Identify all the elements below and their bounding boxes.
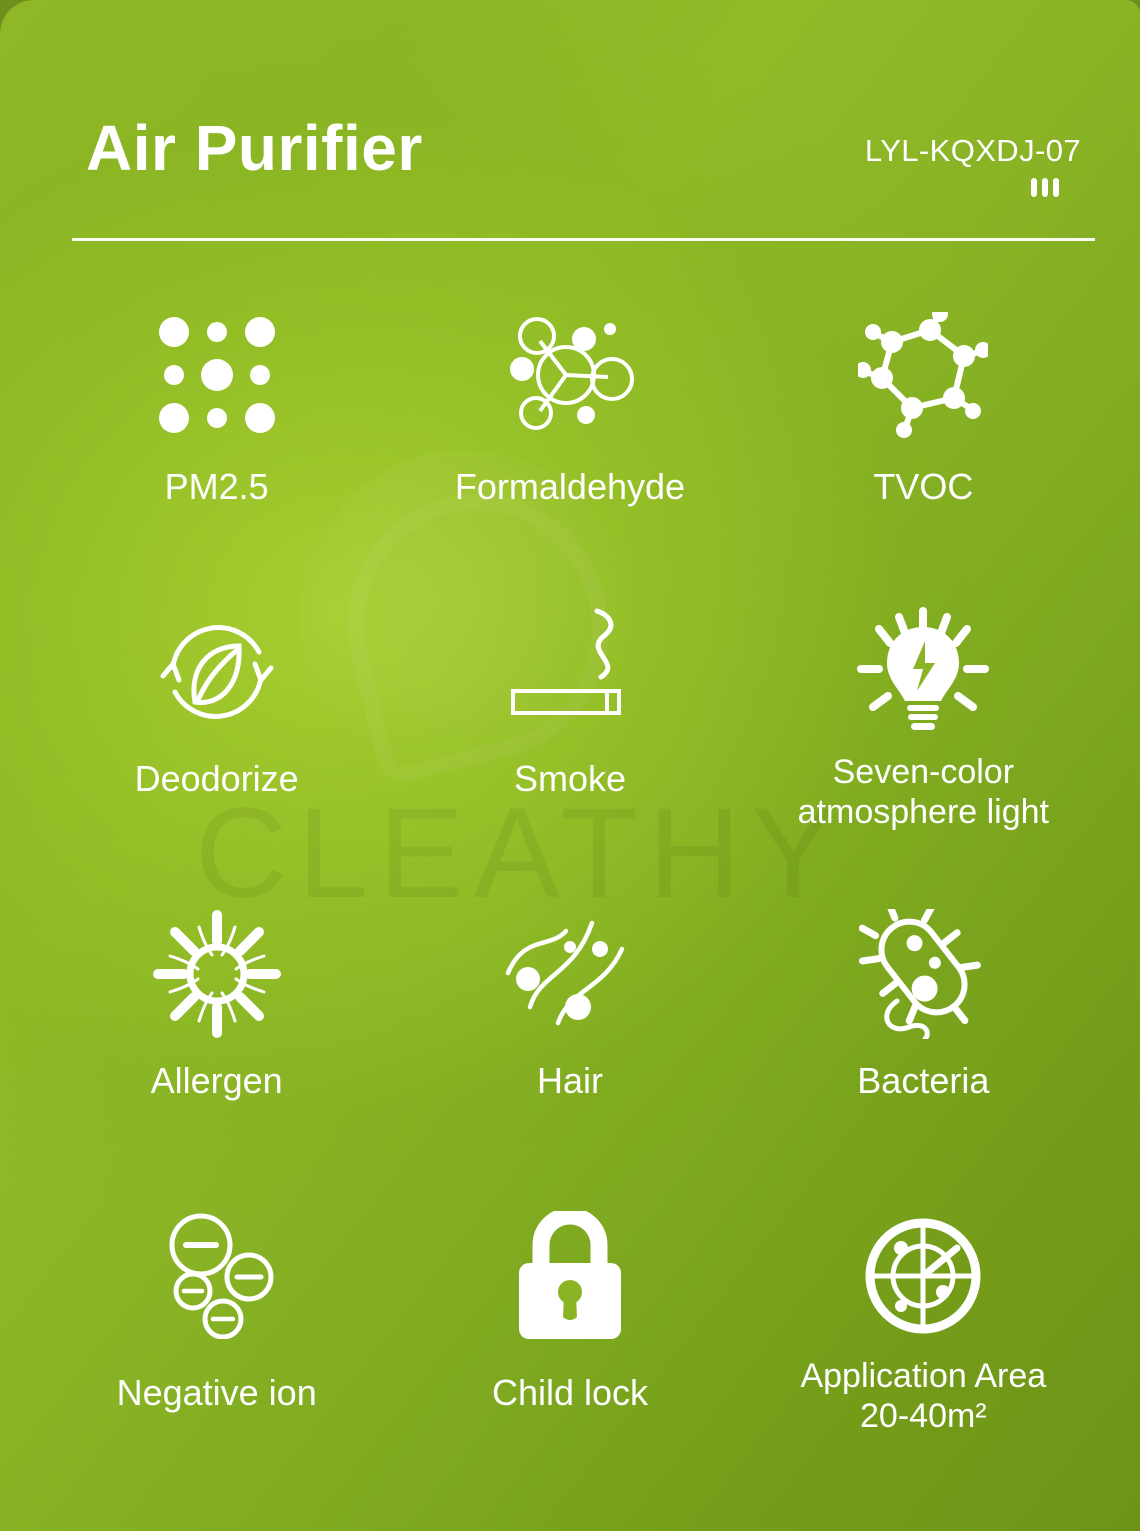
page-title: Air Purifier: [86, 112, 423, 184]
feature-item-smoke: Smoke: [393, 602, 746, 904]
feature-item-child-lock: Child lock: [393, 1206, 746, 1508]
feature-item-pm25: PM2.5: [40, 300, 393, 602]
cigarette-smoke-icon: [505, 602, 635, 742]
dot-grid-icon: [158, 300, 276, 450]
leaf-recycle-icon: [151, 602, 283, 742]
feature-label: PM2.5: [164, 466, 269, 507]
feature-label: Deodorize: [134, 758, 299, 799]
feature-item-deodorize: Deodorize: [40, 602, 393, 904]
feature-label: Negative ion: [116, 1372, 317, 1413]
feature-label: Smoke: [513, 758, 627, 799]
feature-item-bacteria: Bacteria: [747, 904, 1100, 1206]
radar-target-icon: [861, 1206, 985, 1346]
feature-item-tvoc: TVOC: [747, 300, 1100, 602]
feature-label: Seven-color atmosphere light: [797, 753, 1050, 832]
light-bulb-icon: [855, 602, 991, 742]
feature-label: Formaldehyde: [454, 466, 686, 507]
signal-bars-icon: [865, 178, 1081, 198]
feature-item-negative-ion: Negative ion: [40, 1206, 393, 1508]
feature-item-hair: Hair: [393, 904, 746, 1206]
feature-label: Application Area 20-40m²: [800, 1357, 1047, 1436]
feature-label: Child lock: [491, 1372, 649, 1413]
feature-item-application-area: Application Area 20-40m²: [747, 1206, 1100, 1508]
model-number: LYL-KQXDJ-07: [864, 133, 1081, 168]
feature-item-formaldehyde: Formaldehyde: [393, 300, 746, 602]
feature-item-allergen: Allergen: [40, 904, 393, 1206]
negative-ion-icon: [157, 1206, 277, 1346]
benzene-ring-icon: [858, 300, 989, 450]
padlock-icon: [511, 1206, 629, 1346]
bacteria-icon: [859, 904, 987, 1044]
product-feature-card: CLEATHY Air Purifier LYL-KQXDJ-07 PM2.5: [0, 0, 1140, 1531]
model-block: LYL-KQXDJ-07: [864, 133, 1081, 198]
molecule-icon: [500, 300, 640, 450]
feature-label: Allergen: [150, 1060, 283, 1101]
header-divider: [72, 238, 1095, 241]
header: Air Purifier LYL-KQXDJ-07: [72, 112, 1095, 243]
feature-label: Bacteria: [857, 1060, 990, 1101]
feature-label: TVOC: [873, 466, 974, 507]
feature-item-seven-color-light: Seven-color atmosphere light: [747, 602, 1100, 904]
feature-label: Hair: [536, 1060, 603, 1101]
hair-strands-icon: [500, 904, 640, 1044]
feature-grid: PM2.5 Formaldehyde TVOC Deodorize Smoke …: [40, 300, 1100, 1508]
pollen-burst-icon: [152, 904, 282, 1044]
